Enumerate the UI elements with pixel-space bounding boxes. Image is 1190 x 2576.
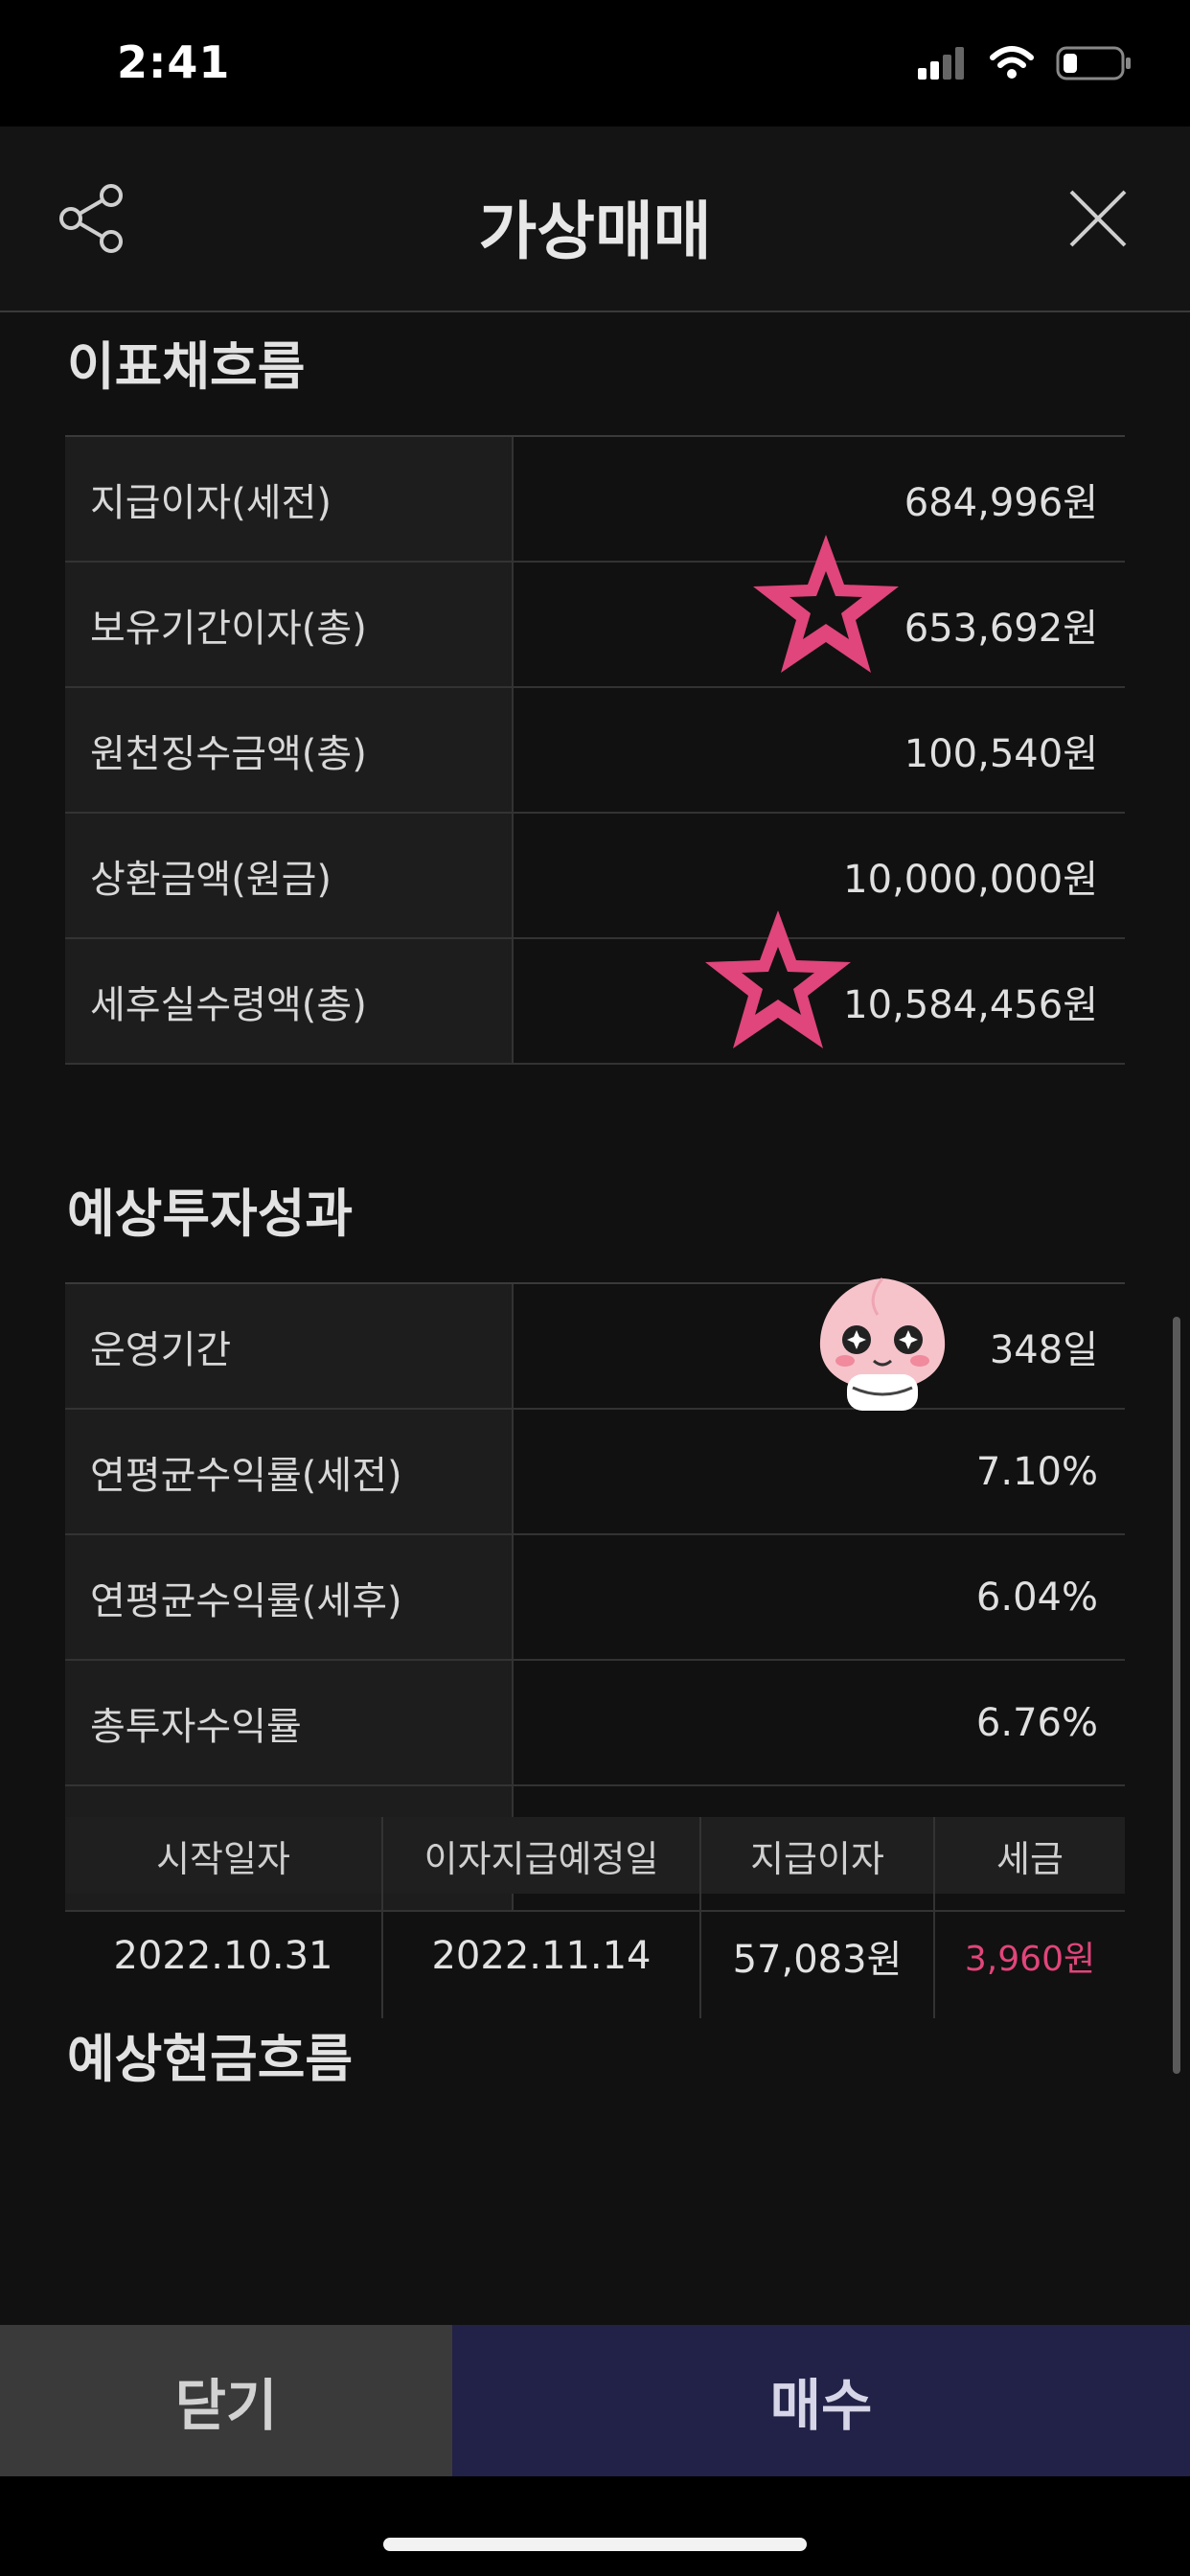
- star-sticker: [753, 535, 899, 673]
- table-row: 연평균수익률(세전) 7.10%: [65, 1410, 1125, 1535]
- signal-icon: [918, 47, 964, 80]
- page-title: 가상매매: [478, 195, 712, 268]
- table-row: 보유기간이자(총) 653,692원: [65, 563, 1125, 688]
- row-value: 7.10%: [975, 1449, 1098, 1494]
- cell-pay-date: 2022.11.14: [383, 1894, 701, 2018]
- row-label: 연평균수익률(세후): [65, 1535, 514, 1659]
- row-label: 상환금액(원금): [65, 814, 514, 937]
- section-title-bond-flow: 이표채흐름: [67, 336, 306, 397]
- table-row: 상환금액(원금) 10,000,000원: [65, 814, 1125, 939]
- column-header: 세금: [996, 1837, 1064, 1880]
- column-header: 이자지급예정일: [383, 1817, 701, 1894]
- table-row: 원천징수금액(총) 100,540원: [65, 688, 1125, 814]
- content-area[interactable]: 이표채흐름 지급이자(세전) 684,996원 보유기간이자(총) 653,69…: [0, 312, 1190, 2325]
- row-label: 세후실수령액(총): [65, 939, 514, 1063]
- status-time: 2:41: [117, 36, 231, 88]
- row-label: 지급이자(세전): [65, 437, 514, 561]
- home-indicator[interactable]: [383, 2538, 807, 2551]
- app-header: 가상매매: [0, 126, 1190, 312]
- section-title-cash-flow: 예상현금흐름: [67, 2029, 354, 2089]
- cell-interest: 57,083원: [701, 1894, 935, 2018]
- wifi-icon: [990, 46, 1034, 79]
- close-icon[interactable]: [1062, 182, 1134, 255]
- table-row: 운영기간 348일: [65, 1284, 1125, 1410]
- home-area: [0, 2476, 1190, 2576]
- scrollbar[interactable]: [1173, 1317, 1180, 2074]
- status-icons: [918, 44, 1133, 82]
- column-header: 시작일자: [65, 1817, 383, 1894]
- row-label: 운영기간: [65, 1284, 514, 1408]
- row-label: 원천징수금액(총): [65, 688, 514, 812]
- section-title-performance: 예상투자성과: [67, 1184, 354, 1244]
- table-row: 2022.10.31 2022.11.14 57,083원 3,960원: [65, 1894, 1125, 2018]
- column-header: 지급이자: [701, 1817, 935, 1894]
- row-value: 6.76%: [975, 1700, 1098, 1745]
- row-value: 6.04%: [975, 1575, 1098, 1620]
- buy-button[interactable]: 매수: [452, 2325, 1190, 2476]
- status-bar: 2:41: [0, 0, 1190, 126]
- table-row: 총투자수익률 6.76%: [65, 1661, 1125, 1786]
- row-label: 보유기간이자(총): [65, 563, 514, 686]
- close-button[interactable]: 닫기: [0, 2325, 452, 2476]
- row-label: 총투자수익률: [65, 1661, 514, 1784]
- row-label: 연평균수익률(세전): [65, 1410, 514, 1533]
- table-header: 시작일자 이자지급예정일 지급이자 세금: [65, 1817, 1125, 1894]
- cell-tax: 3,960원: [964, 1940, 1096, 1979]
- star-sticker: [705, 910, 851, 1048]
- table-row: 지급이자(세전) 684,996원: [65, 437, 1125, 563]
- peach-sticker: [819, 1277, 946, 1411]
- row-value: 100,540원: [904, 731, 1098, 776]
- table-row: 연평균수익률(세후) 6.04%: [65, 1535, 1125, 1661]
- cash-flow-table: 시작일자 이자지급예정일 지급이자 세금 2022.10.31 2022.11.…: [65, 1817, 1125, 2018]
- table-row: 세후실수령액(총) 10,584,456원: [65, 939, 1125, 1065]
- cell-start-date: 2022.10.31: [65, 1894, 383, 2018]
- bond-flow-table: 지급이자(세전) 684,996원 보유기간이자(총) 653,692원 원천징…: [65, 435, 1125, 1065]
- battery-icon: [1056, 46, 1131, 80]
